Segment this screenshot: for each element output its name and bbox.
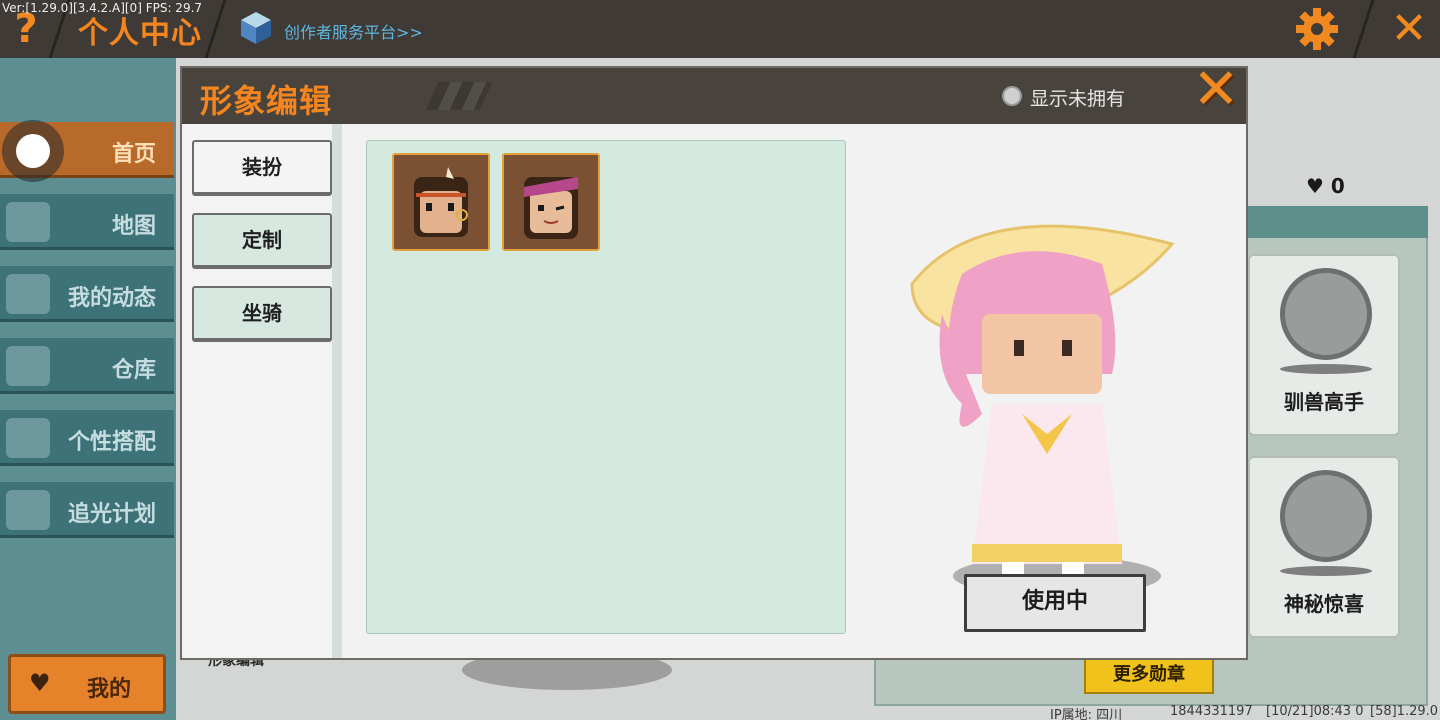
medal-card-tamer[interactable]: 驯兽高手 [1248, 254, 1400, 436]
avatar-face-icon [414, 167, 468, 237]
divider [204, 0, 227, 58]
divider [1352, 0, 1375, 58]
my-button-label: 我的 [87, 677, 132, 702]
likes-count: ♥ 0 [1306, 174, 1345, 198]
in-use-button[interactable]: 使用中 [964, 574, 1146, 632]
radio-icon[interactable] [1002, 86, 1022, 106]
version-text: Ver:[1.29.0][3.4.2.A][0] FPS: 29.7 [2, 1, 203, 15]
indian-girl-avatar[interactable] [392, 153, 490, 251]
creator-cube-icon[interactable] [238, 10, 274, 46]
medal-label: 驯兽高手 [1284, 390, 1364, 414]
item-grid [366, 140, 846, 634]
avatar-face-icon [524, 177, 578, 239]
sidebar-item-plan[interactable]: 追光计划 [0, 482, 174, 538]
modal-title: 形象编辑 [200, 82, 333, 120]
tab-column: 装扮 定制 坐骑 [182, 124, 342, 658]
sidebar-item-label: 地图 [111, 214, 156, 239]
creator-platform-link[interactable]: 创作者服务平台>> [284, 19, 423, 43]
bandana-girl-avatar[interactable] [502, 153, 600, 251]
timestamp: [10/21]08:43 0 [1266, 704, 1364, 719]
medal-label: 神秘惊喜 [1284, 592, 1364, 616]
map-icon [6, 202, 50, 242]
close-icon[interactable]: ✕ [1186, 60, 1246, 120]
bell-icon [6, 274, 50, 314]
sidebar-item-map[interactable]: 地图 [0, 194, 174, 250]
modal-body: 装扮 定制 坐骑 使用中 [182, 124, 1246, 658]
close-icon[interactable]: ✕ [1386, 6, 1432, 52]
build-info: [58]1.29.0 [1370, 704, 1439, 719]
sidebar-item-outfit[interactable]: 个性搭配 [0, 410, 174, 466]
medal-shadow [1280, 566, 1372, 576]
medal-card-mystery[interactable]: 神秘惊喜 [1248, 456, 1400, 638]
ip-location: IP属地: 四川 [1050, 708, 1123, 720]
plan-icon [6, 490, 50, 530]
show-unowned-label: 显示未拥有 [1030, 88, 1126, 110]
heart-icon: ♥ [1306, 174, 1324, 198]
heart-icon: ♥ [29, 669, 51, 697]
sidebar-item-label: 追光计划 [67, 502, 156, 527]
tamer-medal-icon [1280, 268, 1372, 360]
floating-toggle-button[interactable] [2, 120, 64, 182]
sidebar-item-warehouse[interactable]: 仓库 [0, 338, 174, 394]
header-decoration [425, 82, 493, 110]
gear-icon[interactable] [1294, 6, 1340, 52]
warehouse-icon [6, 346, 50, 386]
tab-mount[interactable]: 坐骑 [192, 286, 332, 342]
sidebar-item-label: 我的动态 [67, 286, 156, 311]
sidebar-item-activity[interactable]: 我的动态 [0, 266, 174, 322]
sidebar-item-label: 首页 [111, 142, 156, 167]
modal-header: 形象编辑 显示未拥有 ✕ [182, 60, 1246, 124]
user-id: 1844331197 [1170, 704, 1253, 719]
top-bar: ? 个人中心 创作者服务平台>> Ver:[1.29.0][3.4.2.A][0… [0, 0, 1440, 58]
my-button[interactable]: ♥ 我的 [8, 654, 166, 714]
mystery-gift-medal-icon [1280, 470, 1372, 562]
medal-shadow [1280, 364, 1372, 374]
tab-custom[interactable]: 定制 [192, 213, 332, 269]
outfit-icon [6, 418, 50, 458]
avatar-edit-modal: 形象编辑 显示未拥有 ✕ 装扮 定制 坐骑 使用中 [180, 60, 1248, 660]
sidebar-item-label: 仓库 [111, 358, 156, 383]
tab-dressup[interactable]: 装扮 [192, 140, 332, 196]
sidebar-item-label: 个性搭配 [67, 430, 156, 455]
